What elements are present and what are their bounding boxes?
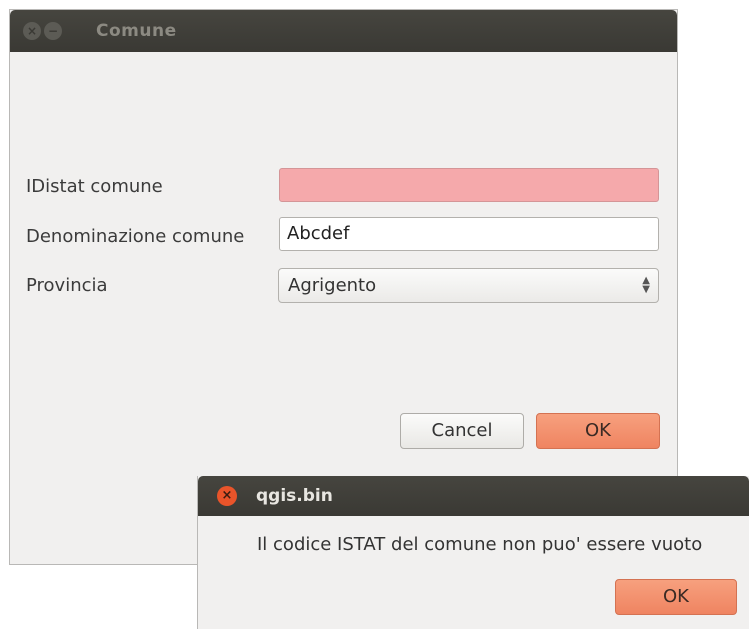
- idistat-input[interactable]: [279, 168, 659, 202]
- ok-button-label: OK: [585, 420, 611, 441]
- message-ok-button[interactable]: OK: [615, 579, 737, 615]
- denominazione-input[interactable]: Abcdef: [279, 217, 659, 251]
- provincia-label: Provincia: [26, 275, 108, 296]
- message-titlebar: × qgis.bin: [198, 476, 749, 516]
- close-icon[interactable]: ×: [217, 486, 237, 506]
- provincia-select[interactable]: Agrigento ▲ ▼: [278, 268, 659, 303]
- ok-button[interactable]: OK: [536, 413, 660, 449]
- message-title: qgis.bin: [256, 486, 333, 506]
- dialog-titlebar: × − Comune: [10, 10, 677, 52]
- close-icon[interactable]: ×: [23, 22, 41, 40]
- denominazione-label: Denominazione comune: [26, 226, 245, 247]
- error-message-box: × qgis.bin Il codice ISTAT del comune no…: [197, 476, 749, 629]
- screen: × − Comune IDistat comune Denominazione …: [0, 0, 749, 629]
- minimize-icon[interactable]: −: [44, 22, 62, 40]
- cancel-button[interactable]: Cancel: [400, 413, 524, 449]
- idistat-label: IDistat comune: [26, 176, 163, 197]
- cancel-button-label: Cancel: [431, 420, 493, 441]
- dialog-title: Comune: [96, 21, 177, 41]
- message-text: Il codice ISTAT del comune non puo' esse…: [257, 534, 703, 555]
- chevron-up-down-icon: ▲ ▼: [642, 275, 650, 295]
- message-ok-label: OK: [663, 586, 689, 607]
- provincia-selected-value: Agrigento: [288, 275, 377, 296]
